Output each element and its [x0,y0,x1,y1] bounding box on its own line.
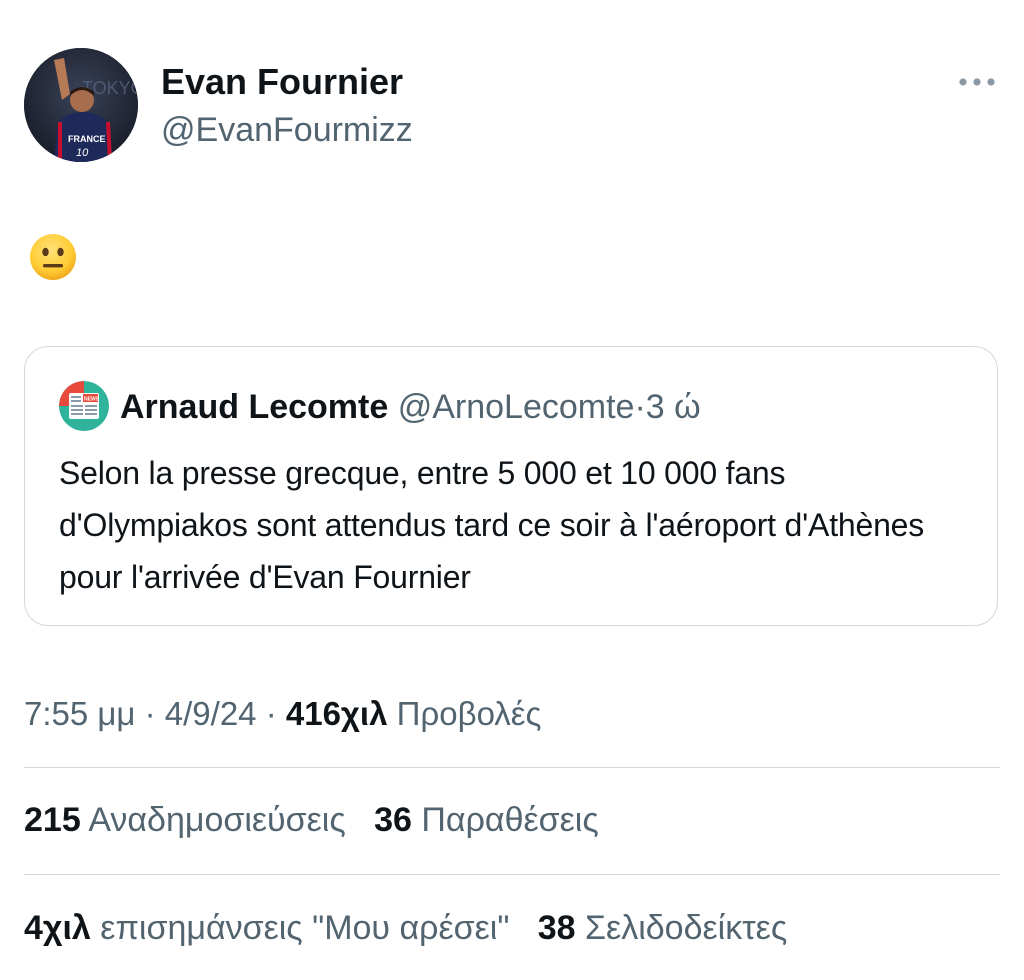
likes-label: επισημάνσεις "Μου αρέσει" [100,909,510,947]
tweet-text [28,232,78,282]
quote-avatar-badge: NEWS [84,397,100,403]
divider [24,874,1000,875]
avatar-jersey-text: FRANCE [68,134,106,144]
tweet-time[interactable]: 7:55 μμ [24,695,135,732]
quote-header: Arnaud Lecomte @ArnoLecomte·3 ώ [120,385,701,429]
reposts-count: 215 [24,801,81,839]
reposts-label: Αναδημοσιεύσεις [88,801,346,839]
likes-count: 4χιλ [24,909,91,947]
bookmarks-count: 38 [537,909,576,947]
avatar-jersey-number: 10 [76,147,89,159]
author-avatar-image: TOKYO 2020 FRANCE 10 [24,48,138,162]
quoted-tweet-card[interactable]: NEWS Arnaud Lecomte @ArnoLecomte·3 ώ Sel… [24,346,998,626]
divider [24,767,1000,768]
meta-separator: · [144,695,156,732]
engagement-row-2: 4χιλ επισημάνσεις "Μου αρέσει" 38 Σελιδο… [24,906,787,950]
more-horizontal-icon [959,78,995,86]
reposts-stat[interactable]: 215 Αναδημοσιεύσεις [24,801,346,839]
likes-stat[interactable]: 4χιλ επισημάνσεις "Μου αρέσει" [24,909,509,947]
author-handle[interactable]: @EvanFourmizz [161,108,413,152]
meta-separator: · [265,695,277,732]
newspaper-icon: NEWS [59,381,109,431]
quote-author-name[interactable]: Arnaud Lecomte [120,388,388,426]
author-name[interactable]: Evan Fournier [161,60,403,104]
quotes-label: Παραθέσεις [421,801,599,839]
engagement-row-1: 215 Αναδημοσιεύσεις 36 Παραθέσεις [24,798,599,842]
neutral-face-emoji-icon [30,234,76,280]
quote-timestamp[interactable]: 3 ώ [646,388,701,426]
views-label: Προβολές [396,695,542,732]
bookmarks-label: Σελιδοδείκτες [585,909,788,947]
author-avatar[interactable]: TOKYO 2020 FRANCE 10 [24,48,138,162]
quote-separator: · [634,388,646,426]
quotes-stat[interactable]: 36 Παραθέσεις [374,801,599,839]
tweet-date[interactable]: 4/9/24 [165,695,257,732]
views-count: 416χιλ [285,695,388,732]
bookmarks-stat[interactable]: 38 Σελιδοδείκτες [538,909,787,947]
quote-author-avatar[interactable]: NEWS [59,381,109,431]
tweet-meta: 7:55 μμ · 4/9/24 · 416χιλ Προβολές [24,692,541,736]
quote-author-handle[interactable]: @ArnoLecomte [398,388,635,426]
quote-text: Selon la presse grecque, entre 5 000 et … [59,455,925,595]
more-options-button[interactable] [955,70,999,94]
quotes-count: 36 [374,801,412,839]
